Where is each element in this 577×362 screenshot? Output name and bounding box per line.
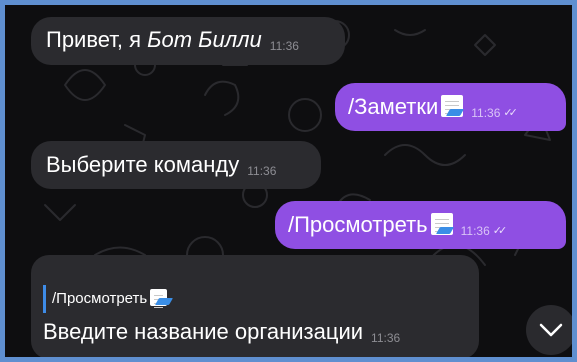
memo-icon bbox=[150, 289, 168, 306]
chat-window: Привет, я Бот Билли 11:36 /Заметки 11:36 ✓✓… bbox=[0, 0, 577, 362]
memo-icon bbox=[430, 213, 453, 235]
read-checkmarks-icon: ✓✓ bbox=[492, 225, 508, 237]
message-outgoing[interactable]: /Заметки 11:36 ✓✓ bbox=[335, 83, 566, 131]
chevron-down-icon bbox=[539, 323, 563, 337]
message-outgoing[interactable]: /Просмотреть 11:36 ✓✓ bbox=[275, 201, 566, 249]
message-text: Выберите команду bbox=[46, 152, 240, 177]
message-text: /Заметки bbox=[348, 94, 439, 119]
message-time: 11:36 bbox=[247, 164, 277, 178]
scroll-to-bottom-button[interactable] bbox=[526, 305, 572, 355]
message-time: 11:36 bbox=[471, 106, 501, 120]
message-text: Введите название организации bbox=[43, 319, 364, 344]
read-checkmarks-icon: ✓✓ bbox=[503, 107, 518, 119]
message-time: 11:36 bbox=[371, 331, 401, 345]
message-text: Привет, я bbox=[46, 27, 148, 52]
message-time: 11:36 bbox=[460, 224, 490, 238]
message-time: 11:36 bbox=[269, 39, 299, 53]
memo-icon bbox=[441, 95, 464, 117]
reply-quote[interactable]: /Просмотреть bbox=[43, 285, 168, 313]
reply-quote-text: /Просмотреть bbox=[52, 290, 148, 307]
message-incoming[interactable]: Выберите команду 11:36 bbox=[31, 141, 321, 189]
message-incoming[interactable]: Привет, я Бот Билли 11:36 bbox=[31, 17, 345, 65]
bot-name: Бот Билли bbox=[147, 27, 262, 52]
message-incoming-reply[interactable]: /Просмотреть Введите название организаци… bbox=[31, 255, 479, 357]
message-text: /Просмотреть bbox=[288, 212, 428, 237]
